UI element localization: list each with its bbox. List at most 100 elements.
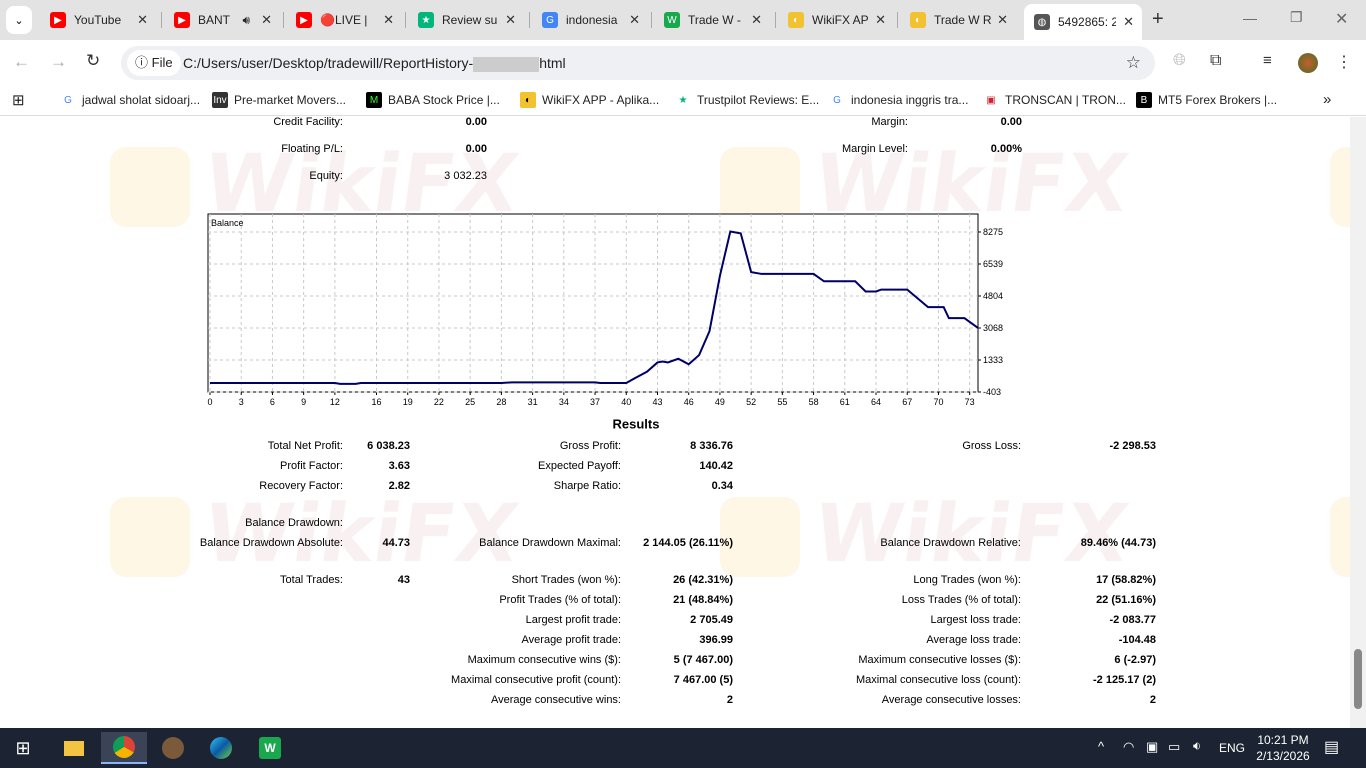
- result-value: 89.46% (44.73): [1080, 537, 1156, 549]
- clock[interactable]: 10:21 PM 2/13/2026: [1254, 732, 1312, 764]
- result-label: Average profit trade:: [521, 634, 621, 646]
- app-icon: [162, 737, 184, 759]
- summary-label: Equity:: [309, 170, 343, 182]
- tradew-icon: W: [664, 12, 680, 28]
- start-button[interactable]: ⊞: [0, 732, 46, 764]
- result-value: 22 (51.16%): [1096, 594, 1156, 606]
- result-label: Total Trades:: [280, 574, 343, 586]
- tronscan-icon: ▣: [983, 92, 999, 108]
- bookmark-item[interactable]: ◐ WikiFX APP - Aplika...: [520, 92, 659, 108]
- x-tick-label: 16: [371, 397, 381, 407]
- summary-value: 0.00: [465, 117, 487, 128]
- tab[interactable]: ▶ 🔴LIVE | ✕: [286, 6, 402, 34]
- wifi-icon[interactable]: ◠: [1123, 739, 1134, 755]
- avatar[interactable]: [1298, 53, 1318, 73]
- google-icon: G: [60, 92, 76, 108]
- tab-search-button[interactable]: ⌄: [6, 6, 32, 34]
- back-button[interactable]: ←: [13, 52, 30, 72]
- x-tick-label: 58: [809, 397, 819, 407]
- app-button[interactable]: [150, 732, 196, 764]
- tab[interactable]: ▶ BANT 🔊︎ ✕: [164, 6, 280, 34]
- x-tick-label: 46: [684, 397, 694, 407]
- tab-strip: ⌄ ▶ YouTube ✕ ▶ BANT 🔊︎ ✕ ▶ 🔴LIVE | ✕ ★ Review su ✕…: [0, 0, 1366, 40]
- x-tick-label: 40: [621, 397, 631, 407]
- close-tab-icon[interactable]: ✕: [261, 12, 272, 28]
- language-indicator[interactable]: ENG: [1219, 741, 1245, 755]
- y-tick-label: 8275: [983, 227, 1003, 237]
- tab[interactable]: ◍ 5492865: 2 ✕: [1024, 4, 1142, 40]
- scrollbar-thumb[interactable]: [1354, 649, 1362, 709]
- x-tick-label: 31: [528, 397, 538, 407]
- tab[interactable]: ★ Review su ✕: [408, 6, 524, 34]
- close-tab-icon[interactable]: ✕: [997, 12, 1008, 28]
- restore-button[interactable]: ❐: [1290, 9, 1303, 26]
- bookmark-item[interactable]: ★ Trustpilot Reviews: E...: [675, 92, 819, 108]
- close-tab-icon[interactable]: ✕: [629, 12, 640, 28]
- close-window-button[interactable]: ✕: [1335, 9, 1348, 29]
- youtube-icon: ▶: [174, 12, 190, 28]
- close-tab-icon[interactable]: ✕: [383, 12, 394, 28]
- reload-button[interactable]: ↻: [86, 51, 100, 71]
- battery-icon[interactable]: ▭: [1168, 739, 1180, 755]
- extensions-icon[interactable]: ⧉: [1210, 52, 1221, 70]
- bookmark-item[interactable]: Inv Pre-market Movers...: [212, 92, 346, 108]
- close-tab-icon[interactable]: ✕: [751, 12, 762, 28]
- forward-button[interactable]: →: [50, 52, 67, 72]
- tab[interactable]: W Trade W - ✕: [654, 6, 770, 34]
- close-tab-icon[interactable]: ✕: [137, 12, 148, 28]
- show-hidden-icons[interactable]: ^: [1098, 739, 1104, 754]
- site-info-chip[interactable]: ⓘ File: [127, 50, 181, 76]
- bookmark-item[interactable]: B MT5 Forex Brokers |...: [1136, 92, 1277, 108]
- result-value: 2.82: [388, 480, 410, 492]
- tab[interactable]: ◐ WikiFX AP ✕: [778, 6, 894, 34]
- notifications-icon[interactable]: ▤: [1324, 737, 1339, 757]
- minimize-button[interactable]: —: [1243, 10, 1257, 26]
- x-tick-label: 55: [777, 397, 787, 407]
- camera-icon[interactable]: ▣: [1146, 739, 1158, 755]
- address-bar[interactable]: ⓘ File C:/Users/user/Desktop/tradewill/R…: [121, 46, 1155, 80]
- bookmark-star-icon[interactable]: ☆: [1126, 53, 1141, 73]
- tab-separator: [161, 12, 162, 28]
- result-label: Total Net Profit:: [267, 440, 343, 452]
- audio-icon[interactable]: 🔊︎: [242, 13, 250, 28]
- tab[interactable]: ▶ YouTube ✕: [40, 6, 156, 34]
- close-tab-icon[interactable]: ✕: [875, 12, 886, 28]
- volume-icon[interactable]: 🔉︎: [1193, 738, 1201, 754]
- result-value: 2 705.49: [690, 614, 733, 626]
- result-value: 43: [397, 574, 410, 586]
- tab-separator: [405, 12, 406, 28]
- close-tab-icon[interactable]: ✕: [1123, 14, 1134, 30]
- bookmark-item[interactable]: Gjadwal sholat sidoarj...: [60, 92, 200, 108]
- x-tick-label: 0: [207, 397, 212, 407]
- edge-button[interactable]: [198, 732, 244, 764]
- result-label: Maximal consecutive profit (count):: [451, 674, 621, 686]
- bookmark-item[interactable]: M BABA Stock Price |...: [366, 92, 500, 108]
- result-value: 2: [726, 694, 733, 706]
- tradew-button[interactable]: W: [247, 732, 293, 764]
- tab[interactable]: ◐ Trade W R ✕: [900, 6, 1016, 34]
- close-tab-icon[interactable]: ✕: [505, 12, 516, 28]
- bookmark-item[interactable]: Gindonesia inggris tra...: [829, 92, 968, 108]
- file-explorer-button[interactable]: [51, 732, 97, 764]
- y-tick-label: 1333: [983, 355, 1003, 365]
- x-tick-label: 49: [715, 397, 725, 407]
- vertical-scrollbar[interactable]: [1350, 117, 1366, 728]
- apps-grid-icon[interactable]: ⊞: [12, 91, 25, 109]
- menu-icon[interactable]: ⋮: [1336, 52, 1352, 72]
- result-value: -2 298.53: [1109, 440, 1156, 452]
- media-controls-icon[interactable]: ≡: [1263, 52, 1272, 69]
- tab[interactable]: Gindonesia ✕: [532, 6, 648, 34]
- summary-value: 0.00: [1000, 117, 1022, 128]
- new-tab-button[interactable]: +: [1152, 8, 1164, 31]
- more-bookmarks-icon[interactable]: »: [1323, 91, 1331, 108]
- chrome-button[interactable]: [101, 732, 147, 764]
- x-tick-label: 61: [840, 397, 850, 407]
- result-value: 2: [1149, 694, 1156, 706]
- globe-icon[interactable]: 🌐︎: [1173, 52, 1186, 70]
- x-tick-label: 64: [871, 397, 881, 407]
- result-value: 17 (58.82%): [1096, 574, 1156, 586]
- bookmark-item[interactable]: ▣ TRONSCAN | TRON...: [983, 92, 1126, 108]
- tab-separator: [529, 12, 530, 28]
- watermark-logo: [1330, 497, 1350, 577]
- result-value: 2 144.05 (26.11%): [643, 537, 733, 549]
